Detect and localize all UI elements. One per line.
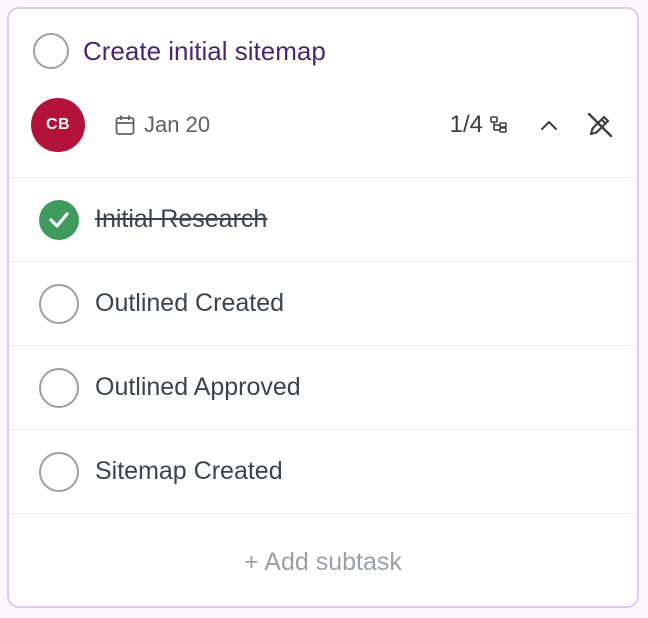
checkmark-icon <box>49 211 69 228</box>
subtask-progress[interactable]: 1/4 <box>450 111 509 139</box>
task-complete-checkbox[interactable] <box>33 33 69 69</box>
subtask-progress-label: 1/4 <box>449 111 483 138</box>
due-date-label: Jan 20 <box>144 112 211 137</box>
subtask-row[interactable]: Outlined Created <box>9 262 637 346</box>
task-card: Create initial sitemap CB Jan 20 1/4 Ini… <box>7 7 639 608</box>
task-header: Create initial sitemap CB Jan 20 1/4 <box>9 9 637 178</box>
subtask-label: Initial Research <box>95 205 268 233</box>
assignee-avatar[interactable]: CB <box>31 98 85 152</box>
subtask-row[interactable]: Outlined Approved <box>9 346 637 430</box>
task-title[interactable]: Create initial sitemap <box>83 36 326 67</box>
subtask-tree-icon <box>490 116 507 133</box>
subtask-checkbox[interactable] <box>39 283 79 324</box>
edit-toggle-button[interactable] <box>585 110 615 140</box>
chevron-up-icon <box>541 121 557 130</box>
subtask-label: Outlined Created <box>95 289 285 317</box>
task-meta-row: CB Jan 20 1/4 <box>31 98 615 152</box>
subtask-label: Sitemap Created <box>95 457 283 485</box>
calendar-icon <box>115 115 135 135</box>
subtask-checkbox-checked[interactable] <box>39 199 79 240</box>
collapse-button[interactable] <box>539 118 559 132</box>
due-date[interactable]: Jan 20 <box>115 112 210 138</box>
add-subtask-button[interactable]: + Add subtask <box>9 514 637 606</box>
subtask-label: Outlined Approved <box>95 373 301 401</box>
task-title-row: Create initial sitemap <box>33 33 326 69</box>
subtask-row[interactable]: Sitemap Created <box>9 430 637 514</box>
subtask-checkbox[interactable] <box>39 367 79 408</box>
pencil-off-icon <box>587 112 613 138</box>
subtask-checkbox[interactable] <box>39 451 79 492</box>
subtask-row[interactable]: Initial Research <box>9 178 637 262</box>
